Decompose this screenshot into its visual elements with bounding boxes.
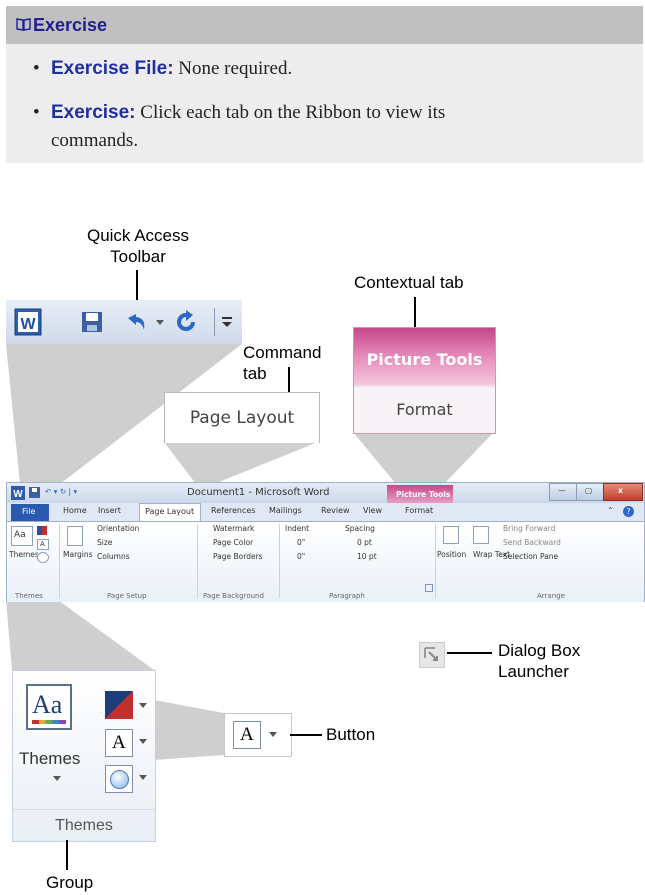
indent-right-input[interactable]: 0" (297, 552, 305, 561)
button-zoom[interactable]: A (224, 713, 292, 757)
page-borders-button[interactable]: Page Borders (213, 552, 263, 561)
group-label-themes: Themes (55, 817, 113, 834)
spacing-before-input[interactable]: 0 pt (357, 538, 372, 547)
button-callout: Button (326, 725, 376, 744)
theme-fonts-icon[interactable]: A (105, 729, 133, 757)
format-tab[interactable]: Format (354, 400, 495, 419)
send-backward-button[interactable]: Send Backward (503, 538, 561, 547)
command-tab-callout: Command tab (243, 343, 322, 383)
save-icon[interactable] (80, 310, 104, 334)
spacing-label: Spacing (345, 524, 375, 533)
themes-button-label[interactable]: Themes (19, 749, 80, 769)
themes-icon[interactable]: Aa (26, 684, 72, 730)
group-label-arrange: Arrange (537, 592, 565, 600)
theme-colors-icon[interactable] (37, 526, 47, 535)
word-icon[interactable]: W (14, 308, 42, 336)
margins-icon[interactable] (67, 526, 83, 546)
title-bar: W ↶ ▾ ↻ | ▾ Document1 - Microsoft Word P… (7, 483, 644, 503)
spacing-after-input[interactable]: 10 pt (357, 552, 377, 561)
word-ribbon: W ↶ ▾ ↻ | ▾ Document1 - Microsoft Word P… (6, 482, 645, 602)
dialog-launcher-icon (424, 647, 438, 661)
theme-effects-icon[interactable] (105, 765, 133, 793)
maximize-button[interactable]: ▢ (576, 483, 604, 501)
dialog-box-launcher-zoom[interactable] (419, 642, 445, 668)
group-label-themes: Themes (15, 592, 43, 600)
tab-file[interactable]: File (11, 504, 49, 521)
command-leader-v (288, 367, 290, 392)
group-label-page-background: Page Background (203, 592, 264, 600)
tab-format[interactable]: Format (405, 506, 433, 515)
ribbon-tabs: File Home Insert Page Layout References … (7, 503, 644, 522)
svg-text:W: W (13, 489, 23, 500)
tab-review[interactable]: Review (321, 506, 350, 515)
picture-tools-header: Picture Tools (387, 485, 453, 503)
bring-forward-button[interactable]: Bring Forward (503, 524, 555, 533)
position-icon[interactable] (443, 526, 459, 544)
contextual-callout: Contextual tab (354, 273, 464, 292)
picture-tools-label: Picture Tools (366, 350, 483, 369)
word-icon[interactable]: W (11, 486, 25, 500)
indent-left-input[interactable]: 0" (297, 538, 305, 547)
ribbon-body: Aa Themes A Themes Margins Orientation S… (7, 521, 644, 602)
selection-pane-button[interactable]: Selection Pane (503, 552, 558, 561)
help-icon[interactable]: ? (623, 506, 634, 517)
themes-icon[interactable]: Aa (11, 526, 33, 546)
dialog-leader (447, 652, 492, 654)
columns-button[interactable]: Columns (97, 552, 130, 561)
quick-access-toolbar: W (6, 300, 242, 344)
wrap-text-icon[interactable] (473, 526, 489, 544)
group-callout: Group (46, 873, 94, 892)
indent-label: Indent (285, 524, 310, 533)
contextual-leader (414, 297, 416, 327)
group-label-paragraph: Paragraph (329, 592, 365, 600)
theme-colors-icon[interactable] (105, 691, 133, 719)
tab-insert[interactable]: Insert (98, 506, 121, 515)
tab-home[interactable]: Home (63, 506, 87, 515)
tab-view[interactable]: View (363, 506, 382, 515)
theme-effects-icon[interactable] (37, 552, 49, 563)
themes-group-zoom: Aa Themes A Themes (12, 670, 156, 842)
dialog-box-launcher-icon[interactable] (425, 584, 433, 592)
tab-page-layout[interactable]: Page Layout (139, 503, 201, 522)
themes-dropdown-icon[interactable] (53, 776, 61, 781)
theme-fonts-icon[interactable]: A (37, 539, 49, 550)
theme-fonts-icon[interactable]: A (233, 721, 261, 749)
theme-effects-dropdown-icon[interactable] (139, 775, 147, 780)
page-layout-tab-zoom[interactable]: Page Layout (164, 392, 320, 443)
undo-icon[interactable]: ↶ ▾ ↻ | ▾ (45, 487, 77, 496)
customize-qat-icon[interactable] (220, 314, 234, 330)
undo-icon[interactable] (124, 310, 150, 334)
contextual-tab-zoom: Picture Tools Format (353, 327, 496, 434)
theme-fonts-dropdown-icon[interactable] (139, 739, 147, 744)
undo-dropdown-icon[interactable] (156, 320, 164, 325)
button-dropdown-icon[interactable] (269, 732, 277, 737)
group-leader (66, 840, 68, 870)
close-button[interactable]: x (603, 483, 643, 501)
position-button[interactable]: Position (437, 550, 466, 559)
document-title: Document1 - Microsoft Word (187, 487, 330, 498)
watermark-button[interactable]: Watermark (213, 524, 254, 533)
margins-button[interactable]: Margins (63, 550, 93, 559)
minimize-ribbon-icon[interactable]: ⌃ (607, 506, 614, 515)
dialog-box-launcher-callout: Dialog Box Launcher (498, 641, 581, 681)
redo-icon[interactable] (174, 310, 198, 334)
orientation-button[interactable]: Orientation (97, 524, 139, 533)
size-button[interactable]: Size (97, 538, 112, 547)
svg-text:W: W (20, 316, 36, 333)
page-color-button[interactable]: Page Color (213, 538, 253, 547)
group-label-page-setup: Page Setup (107, 592, 147, 600)
button-leader (290, 734, 322, 736)
minimize-button[interactable]: — (549, 483, 577, 501)
qat-callout: Quick Access Toolbar (86, 226, 190, 266)
themes-button[interactable]: Themes (9, 550, 39, 559)
theme-colors-dropdown-icon[interactable] (139, 703, 147, 708)
tab-references[interactable]: References (211, 506, 255, 515)
qat-leader (136, 270, 138, 300)
save-icon[interactable] (29, 487, 40, 498)
tab-mailings[interactable]: Mailings (269, 506, 302, 515)
